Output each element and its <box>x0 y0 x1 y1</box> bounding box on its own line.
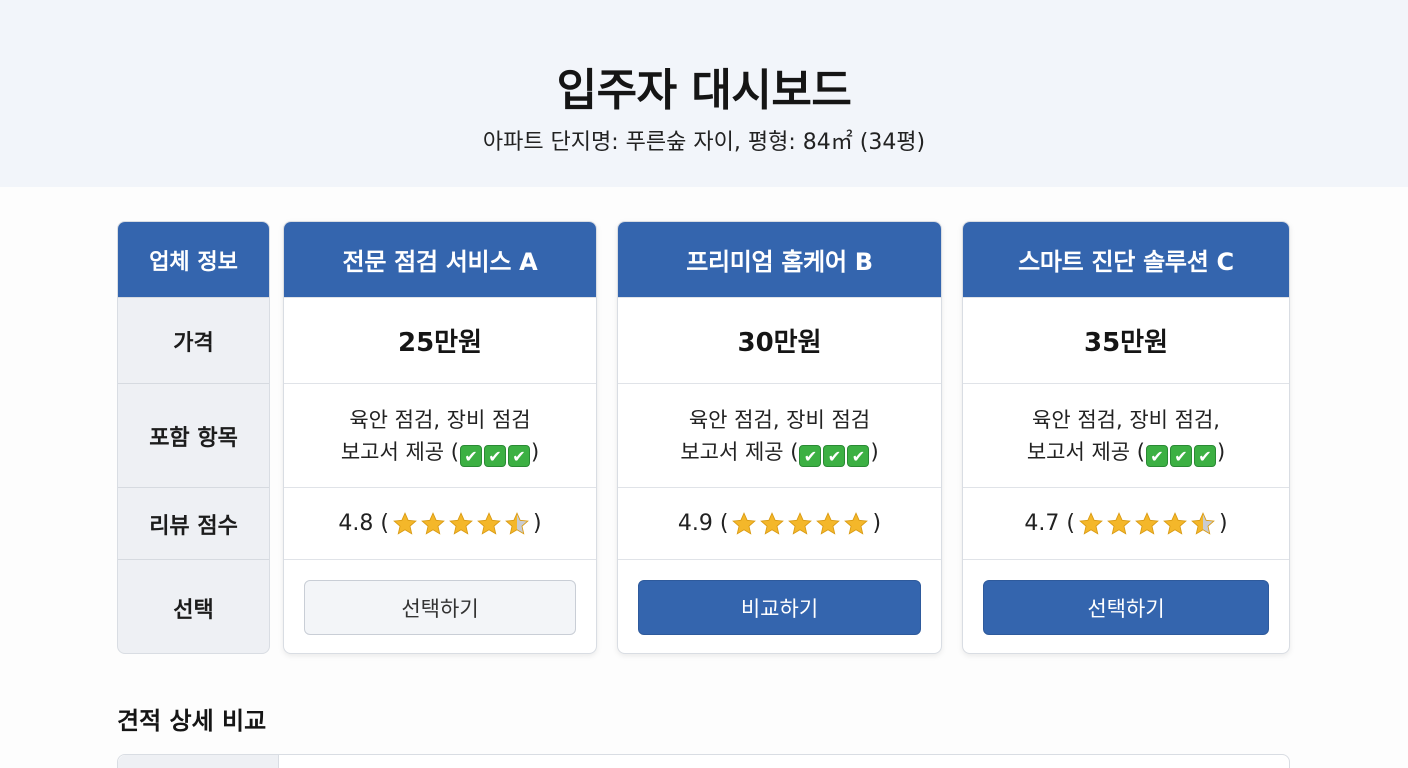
star-half-icon <box>1191 511 1215 535</box>
vendor-included-items: 육안 점검, 장비 점검, 보고서 제공 (✔ ✔ ✔) <box>1026 407 1226 467</box>
select-button[interactable]: 선택하기 <box>304 580 576 635</box>
vendor-card-c: 스마트 진단 솔루션 C 35만원 육안 점검, 장비 점검, 보고서 제공 (… <box>962 221 1290 654</box>
star-full-icon <box>732 511 757 535</box>
check-icon: ✔ <box>1145 444 1168 467</box>
vendor-card-a: 전문 점검 서비스 A 25만원 육안 점검, 장비 점검 보고서 제공 (✔ ✔… <box>283 221 597 654</box>
vendor-card-b: 프리미엄 홈케어 B 30만원 육안 점검, 장비 점검 보고서 제공 (✔ ✔ ✔… <box>617 221 942 654</box>
vendor-name: 전문 점검 서비스 A <box>284 222 596 297</box>
star-full-icon <box>393 511 417 535</box>
star-full-icon <box>421 511 445 535</box>
vendor-price: 25만원 <box>397 328 483 358</box>
star-full-icon <box>816 511 841 535</box>
star-half-icon <box>505 511 529 535</box>
star-full-icon <box>1107 511 1131 535</box>
estimate-detail-table <box>117 754 1290 768</box>
label-review-score: 리뷰 점수 <box>118 487 269 559</box>
star-full-icon <box>760 511 785 535</box>
dashboard-header: 입주자 대시보드 아파트 단지명: 푸른숲 자이, 평형: 84㎡ (34평) <box>0 0 1408 187</box>
comparison-label-column: 업체 정보 가격 포함 항목 리뷰 점수 선택 <box>117 221 270 654</box>
check-icon: ✔ <box>799 444 822 467</box>
vendor-review-score: 4.8 ( ) <box>338 511 542 537</box>
vendor-name: 프리미엄 홈케어 B <box>618 222 941 297</box>
vendor-review-score: 4.7 ( ) <box>1024 511 1228 537</box>
apartment-info: 아파트 단지명: 푸른숲 자이, 평형: 84㎡ (34평) <box>482 130 926 155</box>
check-icon: ✔ <box>847 444 870 467</box>
vendor-price: 30만원 <box>737 328 822 358</box>
label-select: 선택 <box>118 559 269 653</box>
check-icon: ✔ <box>823 444 846 467</box>
vendor-name: 스마트 진단 솔루션 C <box>963 222 1289 297</box>
check-icon: ✔ <box>507 444 530 467</box>
check-icon: ✔ <box>483 444 506 467</box>
check-icon: ✔ <box>1193 444 1216 467</box>
page-title: 입주자 대시보드 <box>556 65 852 116</box>
check-icon: ✔ <box>1169 444 1192 467</box>
star-rating <box>1077 511 1217 537</box>
star-full-icon <box>477 511 501 535</box>
star-full-icon <box>1079 511 1103 535</box>
star-full-icon <box>449 511 473 535</box>
estimate-detail-label-column <box>118 755 279 768</box>
vendor-price: 35만원 <box>1083 328 1169 358</box>
select-button[interactable]: 선택하기 <box>983 580 1269 635</box>
label-vendor-info: 업체 정보 <box>118 222 269 297</box>
star-full-icon <box>1163 511 1187 535</box>
vendor-included-items: 육안 점검, 장비 점검 보고서 제공 (✔ ✔ ✔) <box>680 407 879 467</box>
vendor-review-score: 4.9 ( ) <box>677 511 882 537</box>
star-rating <box>730 511 870 537</box>
star-rating <box>391 511 531 537</box>
compare-button[interactable]: 비교하기 <box>638 580 921 635</box>
label-price: 가격 <box>118 297 269 383</box>
star-full-icon <box>1135 511 1159 535</box>
vendor-included-items: 육안 점검, 장비 점검 보고서 제공 (✔ ✔ ✔) <box>340 407 540 467</box>
star-full-icon <box>788 511 813 535</box>
section-title-estimate-detail: 견적 상세 비교 <box>117 707 267 735</box>
check-icon: ✔ <box>459 444 482 467</box>
star-full-icon <box>844 511 869 535</box>
label-included-items: 포함 항목 <box>118 383 269 487</box>
